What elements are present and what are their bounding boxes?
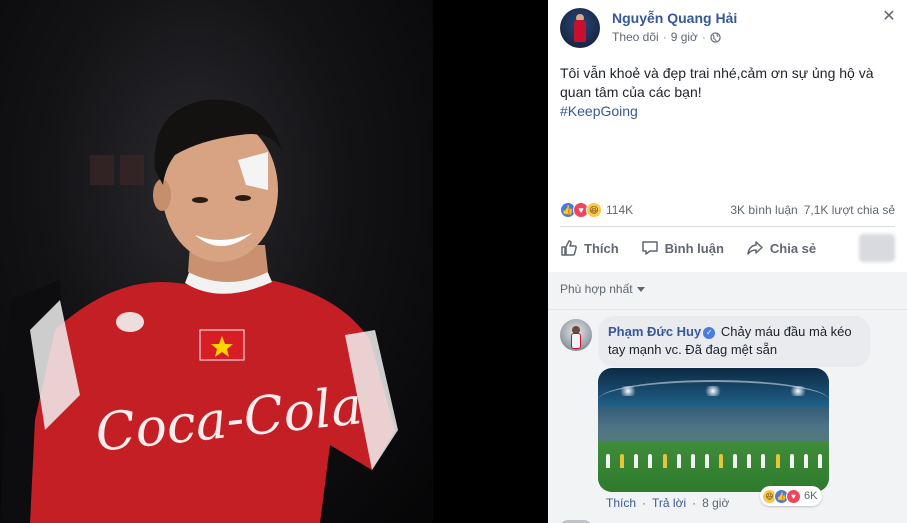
follow-link[interactable]: Theo dõi [612, 30, 659, 44]
facebook-photo-viewer: Coca-Cola Nguyễn Quang Hải Theo dõi · 9 … [0, 0, 907, 523]
player [719, 454, 723, 468]
caret-down-icon [636, 286, 645, 292]
commenter-avatar[interactable] [560, 319, 592, 351]
commenter-name[interactable]: Phạm Đức Huy [608, 324, 701, 339]
comment-label: Bình luận [664, 240, 724, 256]
stadium-stand [598, 408, 829, 442]
player [775, 454, 780, 468]
comment-actions-separator: · [642, 496, 647, 510]
share-label: Chia sẻ [769, 240, 817, 256]
like-button[interactable]: Thích [560, 239, 619, 257]
engagement-counts: 3K bình luận 7,1K lượt chia sẻ [730, 203, 895, 217]
thumbs-up-icon [561, 240, 577, 256]
comment-bubble: Phạm Đức Huy ✓ Chảy máu đầu mà kéo tay mạ… [598, 316, 870, 367]
comments-divider [548, 309, 907, 310]
stadium-light [618, 386, 638, 396]
player [747, 454, 752, 468]
post-stats: 👍 ♥ 😆 114K 3K bình luận 7,1K lượt chia s… [560, 199, 895, 221]
player [789, 454, 794, 468]
comment-actions: Thích · Trả lời · 8 giờ [606, 496, 729, 510]
player [606, 454, 610, 468]
player [676, 454, 681, 468]
haha-reaction-icon: 😆 [586, 202, 602, 218]
close-icon[interactable]: ✕ [879, 8, 899, 28]
meta-separator: · [662, 30, 667, 44]
player [761, 454, 766, 468]
post-time[interactable]: 9 giờ [671, 30, 698, 44]
verified-badge-icon: ✓ [703, 326, 716, 339]
post-body: Tôi vẫn khoẻ và đẹp trai nhé,cảm ơn sự ủ… [560, 64, 895, 121]
post-header: Nguyễn Quang Hải Theo dõi · 9 giờ · ✕ [560, 8, 899, 48]
author-name[interactable]: Nguyễn Quang Hải [612, 10, 737, 26]
comment-photo[interactable] [598, 368, 829, 492]
hashtag-link[interactable]: #KeepGoing [560, 102, 895, 121]
comment-like-link[interactable]: Thích [606, 496, 636, 510]
sort-label: Phù hợp nhất [560, 282, 633, 296]
post-photo[interactable]: Coca-Cola [0, 0, 433, 523]
comment-icon [641, 241, 658, 255]
player [733, 454, 738, 468]
post-actions: Thích Bình luận Chia sẻ [560, 230, 895, 266]
photo-illustration: Coca-Cola [0, 99, 398, 523]
globe-icon [710, 31, 721, 43]
stadium-light [703, 386, 723, 396]
comment-reaction-count: 6K [804, 490, 818, 502]
photo-area: Coca-Cola [0, 0, 548, 523]
meta-separator-2: · [701, 30, 706, 44]
reaction-summary[interactable]: 👍 ♥ 😆 114K [560, 202, 633, 218]
post-meta: Theo dõi · 9 giờ · [612, 30, 721, 44]
author-avatar[interactable] [560, 8, 600, 48]
player [634, 454, 639, 468]
comments-section: Phù hợp nhất Phạm Đức Huy ✓ Chảy máu đầu … [548, 272, 907, 523]
viewer-avatar[interactable] [859, 234, 895, 262]
comment-reaction-summary[interactable]: 😆 👍 ♥ 6K [760, 486, 823, 506]
player [690, 454, 695, 468]
like-label: Thích [584, 240, 619, 256]
share-button[interactable]: Chia sẻ [746, 239, 816, 257]
player [704, 454, 709, 468]
players-row [606, 446, 822, 468]
player [620, 454, 625, 468]
player [803, 454, 808, 468]
comment-time[interactable]: 8 giờ [702, 496, 729, 510]
love-reaction-icon: ♥ [786, 488, 801, 504]
avatar-figure [574, 20, 586, 42]
post-sidebar: Nguyễn Quang Hải Theo dõi · 9 giờ · ✕ Tô… [548, 0, 907, 523]
reaction-count: 114K [606, 203, 634, 217]
stats-divider [560, 226, 895, 227]
player [648, 454, 653, 468]
comment-reply-link[interactable]: Trả lời [652, 496, 686, 510]
comment-sort-dropdown[interactable]: Phù hợp nhất [560, 282, 645, 296]
share-icon [747, 241, 763, 255]
player [662, 454, 667, 468]
comment-button[interactable]: Bình luận [641, 239, 724, 257]
photo-backdrop [433, 0, 548, 523]
shares-count[interactable]: 7,1K lượt chia sẻ [804, 203, 895, 217]
comment-actions-separator-2: · [692, 496, 697, 510]
commenter-avatar-figure [571, 333, 581, 349]
player [817, 454, 822, 468]
stadium-light [788, 386, 808, 396]
comments-count[interactable]: 3K bình luận [730, 203, 797, 217]
post-text: Tôi vẫn khoẻ và đẹp trai nhé,cảm ơn sự ủ… [560, 65, 874, 100]
